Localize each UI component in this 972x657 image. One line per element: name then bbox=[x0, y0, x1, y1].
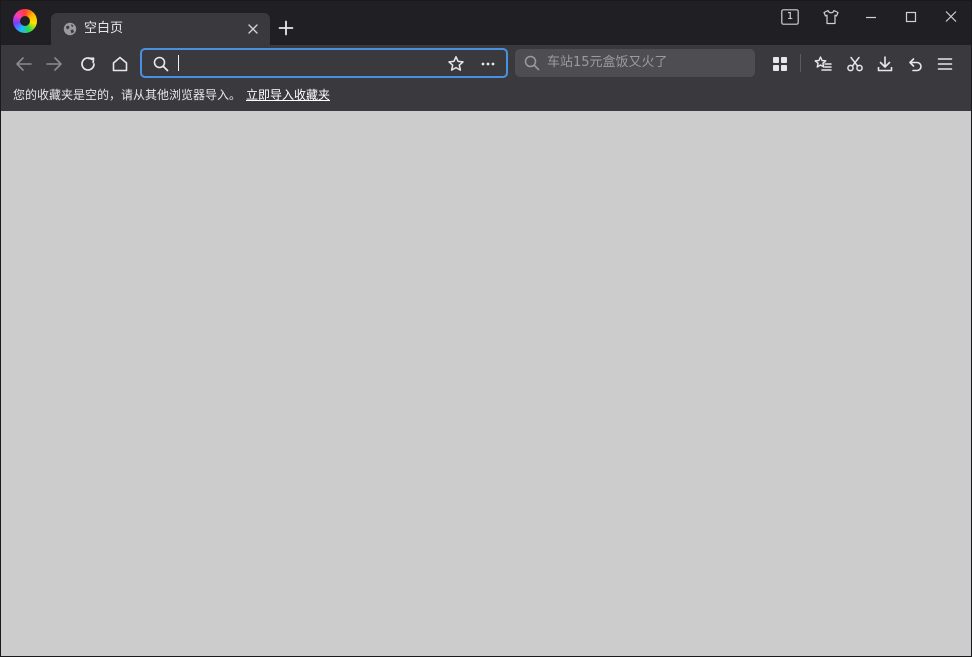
title-bar: 空白页 1 bbox=[1, 1, 971, 45]
import-bookmarks-link[interactable]: 立即导入收藏夹 bbox=[246, 88, 330, 103]
navigation-toolbar: 车站15元盒饭又火了 bbox=[1, 45, 971, 81]
tab-counter-icon[interactable]: 1 bbox=[781, 9, 799, 25]
hamburger-menu-icon[interactable] bbox=[936, 55, 954, 73]
search-box-icon bbox=[524, 55, 540, 71]
arrow-right-icon[interactable] bbox=[45, 55, 63, 73]
maximize-icon[interactable] bbox=[902, 9, 920, 25]
more-icon[interactable] bbox=[479, 55, 497, 73]
home-icon[interactable] bbox=[111, 55, 129, 73]
toolbar-divider bbox=[800, 54, 801, 72]
browser-logo-icon[interactable] bbox=[13, 9, 37, 33]
bookmarks-empty-message: 您的收藏夹是空的，请从其他浏览器导入。 bbox=[13, 88, 242, 102]
globe-icon bbox=[63, 22, 77, 36]
undo-icon[interactable] bbox=[906, 55, 924, 73]
apps-grid-icon[interactable] bbox=[771, 55, 789, 73]
address-input[interactable] bbox=[176, 54, 436, 72]
page-content-area[interactable] bbox=[1, 111, 971, 656]
tab-close-icon[interactable] bbox=[247, 23, 259, 35]
star-icon[interactable] bbox=[447, 55, 465, 73]
tab-title: 空白页 bbox=[84, 21, 124, 36]
download-icon[interactable] bbox=[876, 55, 894, 73]
reload-icon[interactable] bbox=[79, 55, 97, 73]
minimize-icon[interactable] bbox=[862, 9, 880, 25]
search-placeholder: 车站15元盒饭又火了 bbox=[547, 55, 668, 70]
bookmarks-bar: 您的收藏夹是空的，请从其他浏览器导入。 立即导入收藏夹 bbox=[1, 81, 971, 111]
new-tab-plus-icon[interactable] bbox=[278, 20, 294, 36]
scissors-icon[interactable] bbox=[846, 55, 864, 73]
tab-blank-page[interactable]: 空白页 bbox=[51, 13, 270, 45]
search-icon bbox=[153, 56, 169, 72]
browser-window: 空白页 1 车站15元盒饭又火了 您的收藏夹是空的，请从其他浏览器导入。 立即导… bbox=[0, 0, 972, 657]
search-box[interactable]: 车站15元盒饭又火了 bbox=[515, 49, 755, 77]
arrow-left-icon[interactable] bbox=[15, 55, 33, 73]
address-bar[interactable] bbox=[140, 48, 508, 78]
shirt-icon[interactable] bbox=[822, 9, 840, 25]
window-close-icon[interactable] bbox=[942, 9, 960, 25]
favorites-list-icon[interactable] bbox=[814, 55, 832, 73]
tab-count: 1 bbox=[786, 11, 794, 22]
